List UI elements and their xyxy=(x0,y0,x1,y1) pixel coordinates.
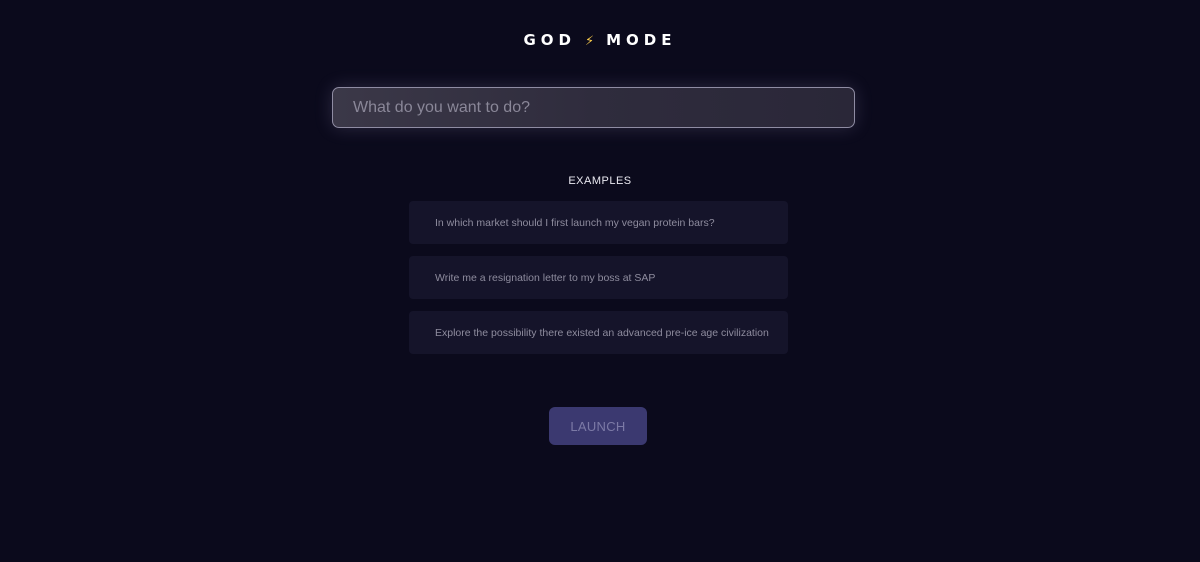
example-item[interactable]: Explore the possibility there existed an… xyxy=(409,311,788,354)
app-logo: GOD ⚡ MODE xyxy=(0,30,1200,52)
example-item-text: Explore the possibility there existed an… xyxy=(435,326,769,339)
launch-button[interactable]: LAUNCH xyxy=(549,407,647,445)
examples-list: In which market should I first launch my… xyxy=(409,201,788,366)
search-input[interactable] xyxy=(333,88,854,127)
example-item[interactable]: Write me a resignation letter to my boss… xyxy=(409,256,788,299)
examples-heading: EXAMPLES xyxy=(568,175,632,187)
lightning-bolt-icon: ⚡ xyxy=(584,34,595,49)
logo-text-god: GOD xyxy=(523,31,576,49)
example-item[interactable]: In which market should I first launch my… xyxy=(409,201,788,244)
example-item-text: In which market should I first launch my… xyxy=(435,216,715,229)
example-item-text: Write me a resignation letter to my boss… xyxy=(435,271,656,284)
logo-text-mode: MODE xyxy=(606,31,677,49)
page: GOD ⚡ MODE EXAMPLES In which market should… xyxy=(0,0,1200,562)
search-box xyxy=(332,87,855,128)
